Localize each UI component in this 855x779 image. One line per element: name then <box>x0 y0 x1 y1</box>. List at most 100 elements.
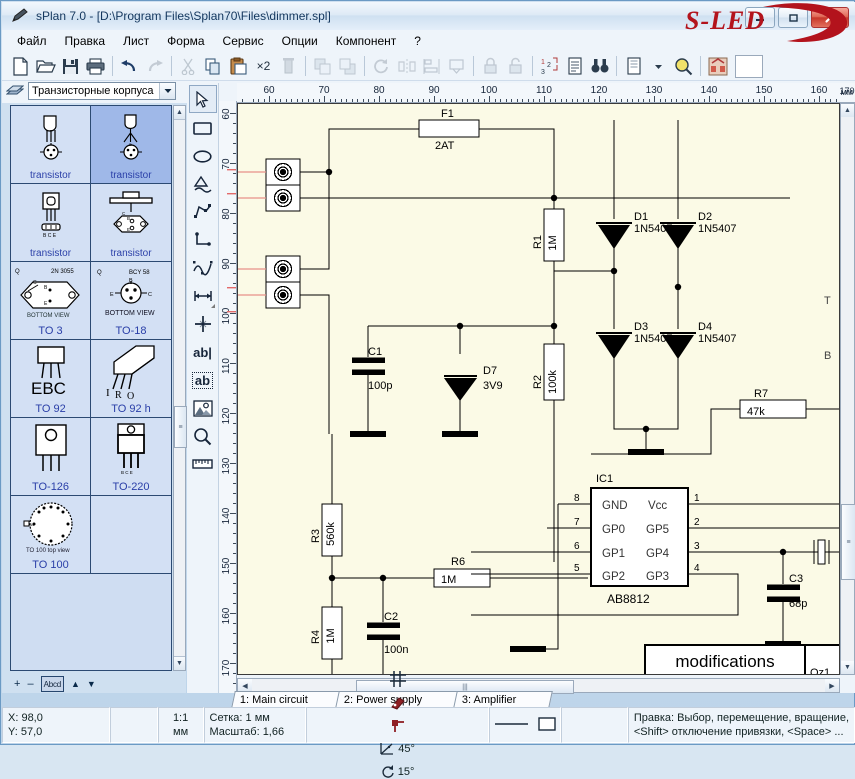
tool-text[interactable]: ab| <box>190 339 216 365</box>
page-dropdown-icon[interactable] <box>646 54 671 79</box>
library-item-transistor-2[interactable]: B transistor <box>91 106 171 184</box>
tool-polyline[interactable] <box>190 199 216 225</box>
add-component-button[interactable]: + <box>14 677 20 691</box>
menu-options[interactable]: Опции <box>273 32 327 50</box>
chevron-down-icon[interactable] <box>159 83 175 99</box>
minimize-button[interactable] <box>745 7 775 28</box>
label-C1: C1 <box>368 346 382 358</box>
menu-component[interactable]: Компонент <box>327 32 406 50</box>
new-file-icon[interactable] <box>8 54 33 79</box>
cut-scissors-icon[interactable] <box>176 54 201 79</box>
align-icon[interactable] <box>419 54 444 79</box>
move-down-button[interactable]: ▼ <box>87 677 96 691</box>
toolbar-blank-field[interactable] <box>735 55 763 78</box>
menu-edit[interactable]: Правка <box>56 32 115 50</box>
list-icon[interactable] <box>562 54 587 79</box>
pin-icon[interactable] <box>390 719 406 733</box>
grid-icon[interactable] <box>390 671 406 687</box>
window-controls <box>745 7 849 28</box>
unlock-icon[interactable] <box>503 54 528 79</box>
undo-icon[interactable] <box>117 54 142 79</box>
line-fill-style-cell[interactable] <box>489 707 561 743</box>
find-binoculars-icon[interactable] <box>587 54 612 79</box>
tool-ellipse[interactable] <box>190 143 216 169</box>
library-item-to100[interactable]: 10 TO 100 top view TO 100 <box>11 496 91 574</box>
rename-component-button[interactable]: Abcd <box>41 676 64 692</box>
menu-sheet[interactable]: Лист <box>114 32 158 50</box>
print-icon[interactable] <box>83 54 108 79</box>
canvas-scroll-up-icon[interactable]: ▲ <box>841 104 854 117</box>
page-icon[interactable] <box>621 54 646 79</box>
library-item-transistor-1[interactable]: transistor <box>11 106 91 184</box>
canvas-scroll-down-icon[interactable]: ▼ <box>841 661 854 674</box>
fill-style-icon[interactable] <box>537 716 557 735</box>
library-item-to126[interactable]: TO-126 <box>11 418 91 496</box>
open-folder-icon[interactable] <box>33 54 58 79</box>
lock-icon[interactable] <box>478 54 503 79</box>
canvas-vertical-scrollbar[interactable]: ▲ ▼ ≡ <box>840 103 855 675</box>
library-item-to220[interactable]: B C E TO-220 <box>91 418 171 496</box>
library-item-to92[interactable]: EBC TO 92 <box>11 340 91 418</box>
component-preview-icon[interactable] <box>705 54 730 79</box>
send-back-icon[interactable] <box>335 54 360 79</box>
schematic-sheet[interactable]: F1 2AT D1 1N5407 D2 1N5407 D3 1N5407 D4 … <box>237 103 840 675</box>
duplicate-x2-icon[interactable]: ×2 <box>251 54 276 79</box>
tab-amplifier[interactable]: 3: Amplifier <box>453 691 553 708</box>
tool-textbox[interactable]: ab <box>190 367 216 393</box>
paste-icon[interactable] <box>226 54 251 79</box>
mirror-icon[interactable] <box>394 54 419 79</box>
menu-service[interactable]: Сервис <box>214 32 273 50</box>
tab-main-circuit[interactable]: 1: Main circuit <box>231 691 343 708</box>
tool-special[interactable] <box>190 311 216 337</box>
tool-curve[interactable] <box>190 255 216 281</box>
library-item-transistor-3[interactable]: B C E transistor <box>11 184 91 262</box>
rotate-step[interactable]: 15° <box>381 765 415 779</box>
tool-expand-corner[interactable] <box>211 304 215 308</box>
canvas-scroll-right-icon[interactable]: ▶ <box>825 679 839 692</box>
angle-snap[interactable]: 45° <box>380 742 415 756</box>
rotate-icon[interactable] <box>369 54 394 79</box>
canvas-vscroll-thumb[interactable]: ≡ <box>841 504 855 580</box>
scroll-up-arrow-icon[interactable]: ▲ <box>174 106 185 120</box>
library-scrollbar[interactable]: ▲ ▼ ≡ <box>173 105 186 671</box>
tool-line[interactable] <box>190 227 216 253</box>
tool-rectangle[interactable] <box>190 115 216 141</box>
library-item-caption: TO-220 <box>112 482 149 493</box>
tool-image[interactable] <box>190 395 216 421</box>
label-C3: C3 <box>789 573 803 585</box>
library-item-to18[interactable]: Q BCY 58 ECB BOTTOM VIEW TO-18 <box>91 262 171 340</box>
line-style-icon[interactable] <box>494 719 530 731</box>
library-combo[interactable]: Транзисторные корпуса <box>28 82 176 100</box>
tool-dimension[interactable] <box>190 283 216 309</box>
delete-trash-icon[interactable] <box>276 54 301 79</box>
redo-icon[interactable] <box>142 54 167 79</box>
library-item-to3[interactable]: Q 2N 3055 BE C BOTTOM VIEW TO 3 <box>11 262 91 340</box>
library-item-transistor-4[interactable]: BEC transistor <box>91 184 171 262</box>
to18-bottom-thumb: Q BCY 58 ECB BOTTOM VIEW <box>91 262 171 326</box>
group-icon[interactable] <box>444 54 469 79</box>
library-item-to92h[interactable]: I R O TO 92 h <box>91 340 171 418</box>
zoom-icon[interactable] <box>671 54 696 79</box>
bring-front-icon[interactable] <box>310 54 335 79</box>
menu-file[interactable]: Файл <box>8 32 56 50</box>
numbering-icon[interactable]: 123 <box>537 54 562 79</box>
maximize-button[interactable] <box>778 7 808 28</box>
scroll-down-arrow-icon[interactable]: ▼ <box>174 656 185 670</box>
close-button[interactable] <box>811 7 849 28</box>
menu-help[interactable]: ? <box>405 32 430 50</box>
menu-shape[interactable]: Форма <box>158 32 213 50</box>
tool-measure[interactable] <box>190 451 216 477</box>
library-item-empty[interactable] <box>91 496 171 574</box>
label-R4-value: 1M <box>325 628 337 643</box>
move-up-button[interactable]: ▲ <box>71 677 80 691</box>
save-disk-icon[interactable] <box>58 54 83 79</box>
scrollbar-thumb[interactable]: ≡ <box>174 406 187 448</box>
remove-component-button[interactable]: – <box>27 677 33 691</box>
tool-polygon[interactable] <box>190 171 216 197</box>
grid-zoom-cell[interactable]: Сетка: 1 мм Масштаб: 1,66 <box>204 707 306 743</box>
scale-ratio-cell[interactable]: 1:1 мм <box>158 707 204 743</box>
tool-select[interactable] <box>189 85 217 113</box>
snap-magnet-icon[interactable] <box>390 696 406 710</box>
tool-zoom[interactable] <box>190 423 216 449</box>
copy-icon[interactable] <box>201 54 226 79</box>
